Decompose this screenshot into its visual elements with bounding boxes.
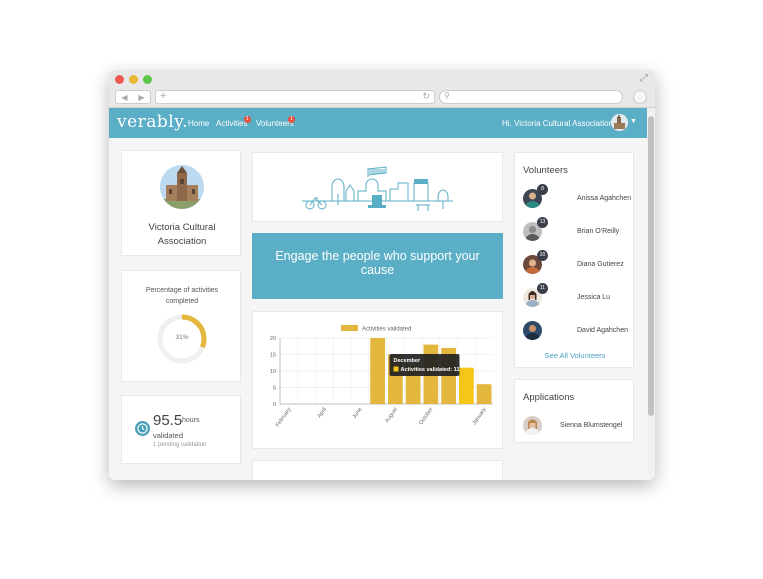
organization-avatar xyxy=(160,165,204,209)
volunteer-count-badge: 11 xyxy=(537,283,548,294)
percentage-title-line1: Percentage of activities xyxy=(145,287,219,294)
engage-text-line1: Engage the people who support your xyxy=(275,249,480,263)
applicant-name[interactable]: Sienna Blumstengel xyxy=(560,422,622,429)
see-all-volunteers-link[interactable]: See All Volunteers xyxy=(515,351,635,360)
clock-icon xyxy=(135,421,150,436)
title-bar: ⤢ xyxy=(109,70,655,90)
logo[interactable]: verably. xyxy=(117,112,188,132)
pending-validation-label: 1 pending validation xyxy=(153,442,207,448)
bottom-card xyxy=(252,460,503,480)
browser-toolbar: ◀ ▶ + ↻ ⚲ xyxy=(109,88,655,108)
reload-icon[interactable]: ↻ xyxy=(422,91,430,102)
x-tick-label: June xyxy=(352,407,364,420)
browser-search-field[interactable]: ⚲ xyxy=(439,90,623,104)
user-greeting[interactable]: Hi, Victoria Cultural Association xyxy=(502,119,613,128)
volunteer-row[interactable]: 8 Anissa Agahchen xyxy=(515,184,635,219)
engage-banner: Engage the people who support your cause xyxy=(252,233,503,299)
engage-text-line2: cause xyxy=(360,263,395,277)
legend-swatch xyxy=(341,325,358,331)
organization-name-line1: Victoria Cultural xyxy=(148,222,216,233)
organization-name-line2: Association xyxy=(157,236,207,247)
y-tick-label: 15 xyxy=(270,353,276,359)
x-tick-label: October xyxy=(418,407,434,427)
volunteers-title: Volunteers xyxy=(523,165,568,176)
new-tab-icon[interactable]: + xyxy=(160,90,166,102)
organization-name: Victoria Cultural Association xyxy=(122,221,242,249)
x-tick-label: August xyxy=(384,406,399,424)
address-bar[interactable]: + ↻ xyxy=(155,90,435,104)
volunteers-card: Volunteers 8 Anissa Agahchen 13 Brian O'… xyxy=(514,152,634,368)
search-icon: ⚲ xyxy=(444,91,450,100)
volunteer-row[interactable]: 11 Jessica Lu xyxy=(515,283,635,318)
applications-title: Applications xyxy=(523,392,575,403)
volunteer-count-badge: 13 xyxy=(537,217,548,228)
back-arrow-icon[interactable]: ◀ xyxy=(121,93,127,102)
engage-text: Engage the people who support your cause xyxy=(264,249,491,277)
y-tick-label: 10 xyxy=(270,369,276,375)
volunteer-row[interactable]: 13 Brian O'Reilly xyxy=(515,217,635,252)
tooltip-swatch xyxy=(393,366,399,372)
legend-label: Activities validated xyxy=(362,327,411,333)
page-scrollbar[interactable] xyxy=(647,108,655,480)
user-avatar[interactable] xyxy=(611,114,628,131)
hours-validated-label: validated xyxy=(153,431,184,440)
organization-card: Victoria Cultural Association xyxy=(121,150,241,256)
top-navbar: verably. Home Activities 1 Volunteers 1 … xyxy=(109,108,647,138)
applicant-avatar[interactable] xyxy=(523,416,542,435)
volunteer-name[interactable]: Brian O'Reilly xyxy=(577,228,619,235)
chevron-down-icon[interactable]: ▼ xyxy=(630,118,637,125)
nav-activities-link[interactable]: Activities xyxy=(216,119,248,128)
volunteer-row[interactable]: David Agahchen xyxy=(515,321,635,351)
hours-unit: hours xyxy=(182,417,200,424)
city-illustration xyxy=(302,166,453,211)
volunteer-name[interactable]: Diana Gutierez xyxy=(577,261,624,268)
y-tick-label: 0 xyxy=(273,402,276,408)
extension-button[interactable] xyxy=(633,90,647,104)
history-buttons: ◀ ▶ xyxy=(115,90,151,104)
tooltip-title: December xyxy=(394,358,421,364)
close-window-button[interactable] xyxy=(115,75,124,84)
volunteer-avatar[interactable] xyxy=(523,321,542,340)
volunteer-name[interactable]: Jessica Lu xyxy=(577,294,610,301)
minimize-window-button[interactable] xyxy=(129,75,138,84)
x-tick-label: January xyxy=(472,407,488,427)
x-tick-label: February xyxy=(275,407,293,429)
scrollbar-thumb[interactable] xyxy=(648,116,654,416)
expand-icon[interactable]: ⤢ xyxy=(640,73,648,84)
volunteer-count-badge: 8 xyxy=(537,184,548,195)
hours-value: 95.5 xyxy=(153,412,183,429)
y-tick-label: 20 xyxy=(270,336,276,342)
tooltip-label: Activities validated: 11 xyxy=(401,367,460,373)
volunteer-count-badge: 20 xyxy=(537,250,548,261)
activities-validated-chart: Activities validated 0 5 10 15 20 February Apri… xyxy=(270,325,493,429)
volunteer-name[interactable]: Anissa Agahchen xyxy=(577,195,631,202)
hours-card: 95.5 hours validated 1 pending validatio… xyxy=(121,395,241,464)
zoom-window-button[interactable] xyxy=(143,75,152,84)
bar xyxy=(476,384,492,404)
city-illustration-card xyxy=(252,152,503,222)
bar xyxy=(370,338,385,404)
nav-home-link[interactable]: Home xyxy=(188,119,209,128)
activities-chart-card: Activities validated 0 5 10 15 20 February Apri… xyxy=(252,311,503,449)
forward-arrow-icon[interactable]: ▶ xyxy=(138,93,144,102)
applications-card: Applications Sienna Blumstengel xyxy=(514,379,634,443)
browser-window: ⤢ ◀ ▶ + ↻ ⚲ verably. Home Activities 1 V… xyxy=(109,70,655,480)
x-tick-label: April xyxy=(317,407,328,419)
percentage-value: 31% xyxy=(175,334,189,341)
web-page: verably. Home Activities 1 Volunteers 1 … xyxy=(109,108,647,480)
percentage-title-line2: completed xyxy=(165,298,199,305)
activities-badge: 1 xyxy=(244,116,251,123)
volunteer-name[interactable]: David Agahchen xyxy=(577,327,628,334)
bar xyxy=(459,367,474,404)
volunteer-row[interactable]: 20 Diana Gutierez xyxy=(515,250,635,285)
percentage-title: Percentage of activities completed xyxy=(128,285,236,307)
percentage-card: Percentage of activities completed 31% xyxy=(121,270,241,382)
volunteers-badge: 1 xyxy=(288,116,295,123)
y-tick-label: 5 xyxy=(273,386,276,392)
